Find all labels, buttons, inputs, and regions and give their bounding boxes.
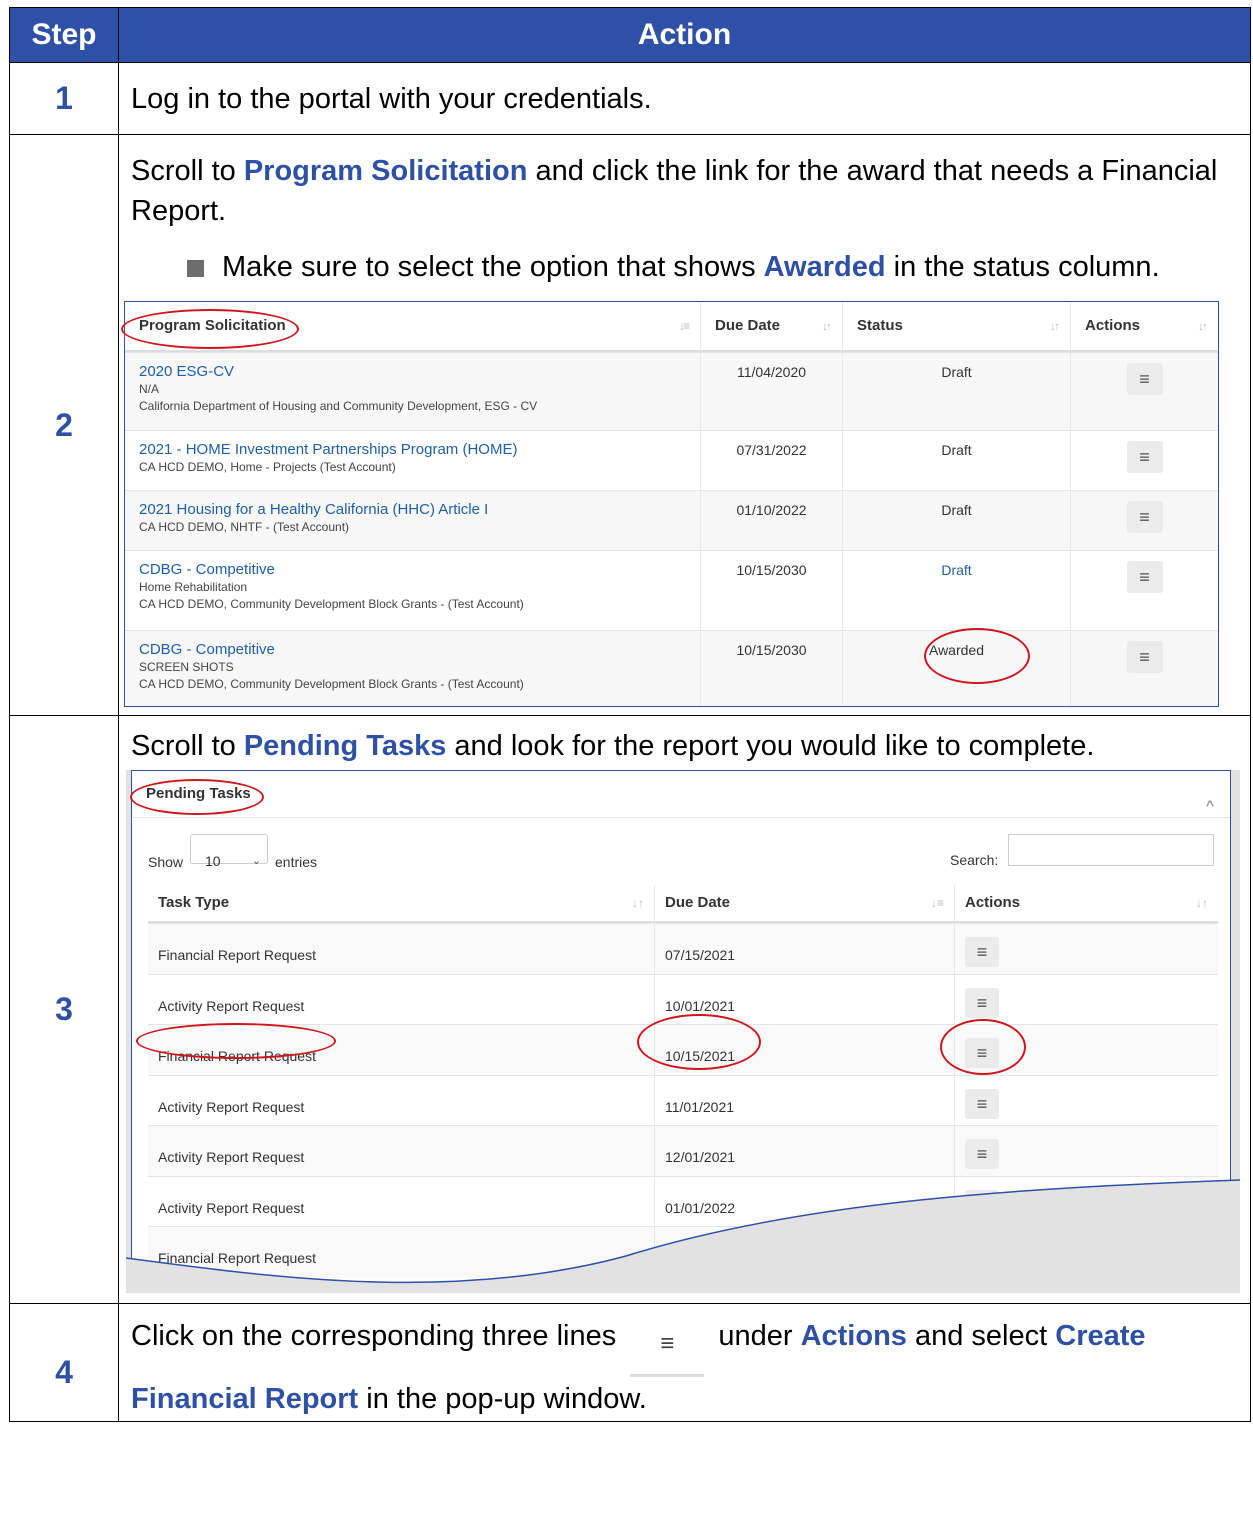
col-due-date[interactable]: Due Date ↓↑ — [700, 302, 842, 352]
torn-edge — [126, 1179, 1240, 1293]
table-row: 2020 ESG-CV N/A California Department of… — [125, 352, 700, 430]
step-text: Log in to the portal with your credentia… — [118, 62, 1251, 135]
status: Awarded — [842, 630, 1070, 706]
status: Draft — [842, 430, 1070, 490]
table-row: 2021 - HOME Investment Partnerships Prog… — [125, 430, 700, 490]
sort-icon[interactable]: ↓↑ — [1050, 317, 1060, 335]
step-text: Scroll to Program Solicitation and click… — [131, 155, 1218, 227]
bullet-item: Make sure to select the option that show… — [173, 247, 1240, 287]
action-header: Action — [118, 7, 1251, 63]
bullet-square-icon — [187, 260, 204, 277]
sort-icon[interactable]: ↓≡ — [679, 317, 690, 335]
step-number: 1 — [9, 62, 119, 135]
menu-icon[interactable]: ≡ — [1126, 501, 1163, 533]
menu-icon: ≡ — [630, 1314, 705, 1377]
step-number: 3 — [9, 715, 119, 1304]
step-number: 4 — [9, 1303, 119, 1422]
step-text: Scroll to Pending Tasks and look for the… — [131, 730, 1095, 762]
status: Draft — [842, 490, 1070, 550]
step-number: 2 — [9, 134, 119, 716]
menu-icon[interactable]: ≡ — [1126, 641, 1163, 673]
col-status[interactable]: Status ↓↑ — [842, 302, 1070, 352]
step-header: Step — [9, 7, 119, 63]
status: Draft — [842, 550, 1070, 630]
col-actions[interactable]: Actions ↓↑ — [1070, 302, 1218, 352]
menu-icon[interactable]: ≡ — [1126, 441, 1163, 473]
award-link[interactable]: 2021 Housing for a Healthy California (H… — [139, 501, 686, 519]
status: Draft — [842, 352, 1070, 430]
step-text: Click on the corresponding three lines ≡… — [131, 1314, 1240, 1421]
program-solicitation-screenshot: Program Solicitation ↓≡ Due Date ↓↑ Status… — [121, 301, 1219, 707]
award-link[interactable]: CDBG - Competitive — [139, 561, 686, 579]
menu-icon[interactable]: ≡ — [1126, 561, 1163, 593]
table-row: 2021 Housing for a Healthy California (H… — [125, 490, 700, 550]
instruction-table: Step Action 1 Log in to the portal with … — [9, 7, 1251, 1422]
col-program-solicitation[interactable]: Program Solicitation ↓≡ — [125, 302, 700, 352]
table-row: CDBG - Competitive SCREEN SHOTS CA HCD D… — [125, 630, 700, 706]
table-row: CDBG - Competitive Home Rehabilitation C… — [125, 550, 700, 630]
sort-icon[interactable]: ↓↑ — [822, 317, 832, 335]
award-link[interactable]: CDBG - Competitive — [139, 641, 686, 659]
sort-icon[interactable]: ↓↑ — [1198, 317, 1208, 335]
menu-icon[interactable]: ≡ — [1126, 363, 1163, 395]
pending-tasks-screenshot: Pending Tasks ^ Show 10 ⌄ entries Search: … — [126, 770, 1240, 1293]
award-link[interactable]: 2021 - HOME Investment Partnerships Prog… — [139, 441, 686, 459]
award-link[interactable]: 2020 ESG-CV — [139, 363, 686, 381]
